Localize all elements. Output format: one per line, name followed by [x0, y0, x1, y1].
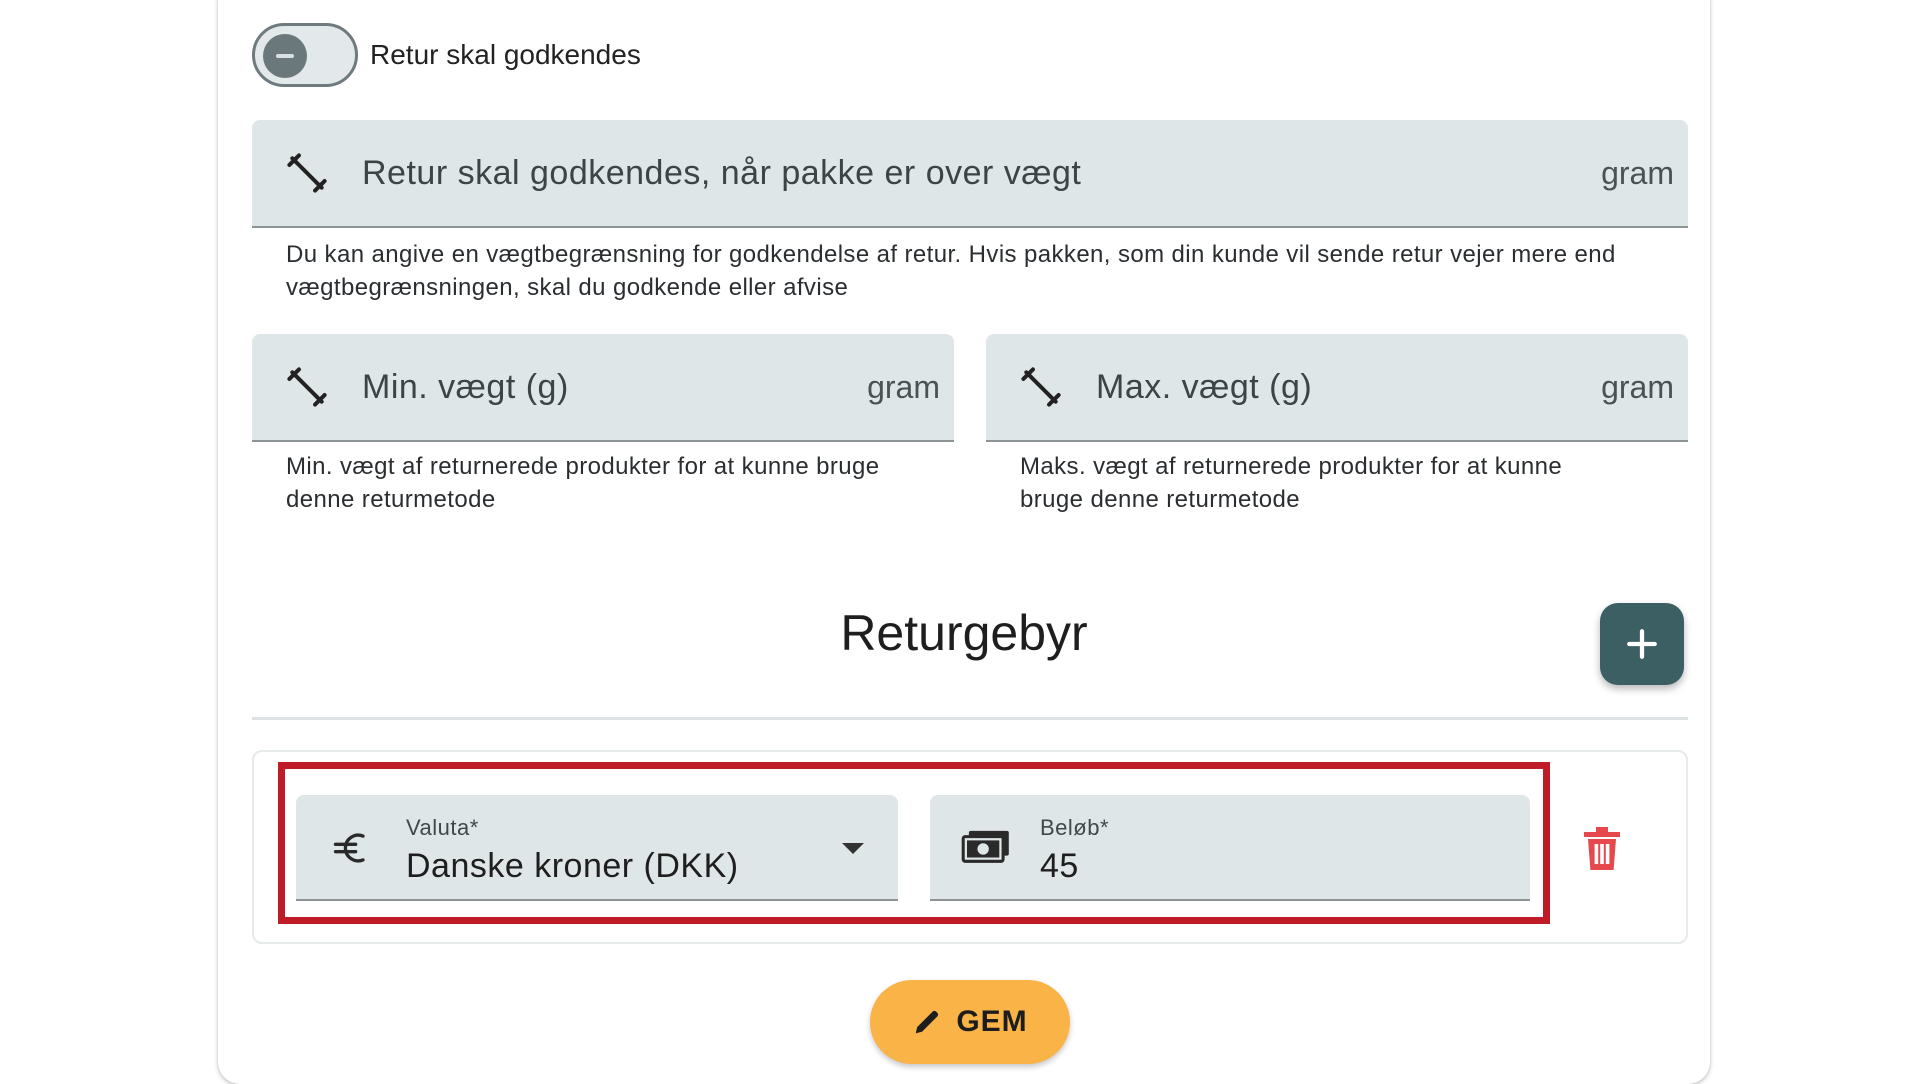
- save-button[interactable]: GEM: [870, 980, 1070, 1064]
- min-weight-field[interactable]: Min. vægt (g) gram: [252, 334, 954, 442]
- weight-icon: [252, 365, 362, 409]
- approval-toggle[interactable]: [252, 23, 358, 87]
- save-label: GEM: [956, 1005, 1028, 1038]
- money-icon: [956, 823, 1016, 873]
- min-weight-hint: Min. vægt af returnerede produkter for a…: [286, 453, 880, 513]
- section-divider: [252, 717, 1688, 720]
- approval-weight-field[interactable]: Retur skal godkendes, når pakke er over …: [252, 120, 1688, 228]
- weight-icon: [252, 151, 362, 195]
- toggle-knob: [263, 34, 307, 78]
- return-fee-title: Returgebyr: [840, 605, 1088, 661]
- approval-weight-suffix: gram: [1601, 154, 1674, 191]
- approval-weight-placeholder: Retur skal godkendes, når pakke er over …: [362, 153, 1082, 192]
- weight-icon: [986, 365, 1096, 409]
- currency-select[interactable]: Valuta* Danske kroner (DKK): [296, 795, 898, 901]
- max-weight-suffix: gram: [1601, 368, 1674, 405]
- amount-field[interactable]: Beløb* 45: [930, 795, 1530, 901]
- add-fee-button[interactable]: [1600, 603, 1684, 685]
- currency-value: Danske kroner (DKK): [406, 847, 739, 885]
- pencil-icon: [916, 1010, 939, 1034]
- plus-icon: [1627, 629, 1657, 659]
- amount-value: 45: [1040, 847, 1079, 885]
- delete-fee-button[interactable]: [1582, 826, 1622, 872]
- min-weight-suffix: gram: [867, 368, 940, 405]
- max-weight-field[interactable]: Max. vægt (g) gram: [986, 334, 1688, 442]
- min-weight-placeholder: Min. vægt (g): [362, 367, 569, 406]
- euro-icon: [322, 823, 382, 873]
- max-weight-placeholder: Max. vægt (g): [1096, 367, 1313, 406]
- currency-label: Valuta*: [406, 815, 479, 840]
- approval-toggle-label: Retur skal godkendes: [370, 39, 641, 70]
- max-weight-hint: Maks. vægt af returnerede produkter for …: [1020, 453, 1563, 513]
- approval-toggle-row: Retur skal godkendes: [252, 22, 641, 88]
- approval-weight-hint: Du kan angive en vægtbegrænsning for god…: [286, 241, 1616, 301]
- amount-label: Beløb*: [1040, 815, 1110, 840]
- trash-icon: [1584, 827, 1620, 870]
- chevron-down-icon: [842, 843, 864, 854]
